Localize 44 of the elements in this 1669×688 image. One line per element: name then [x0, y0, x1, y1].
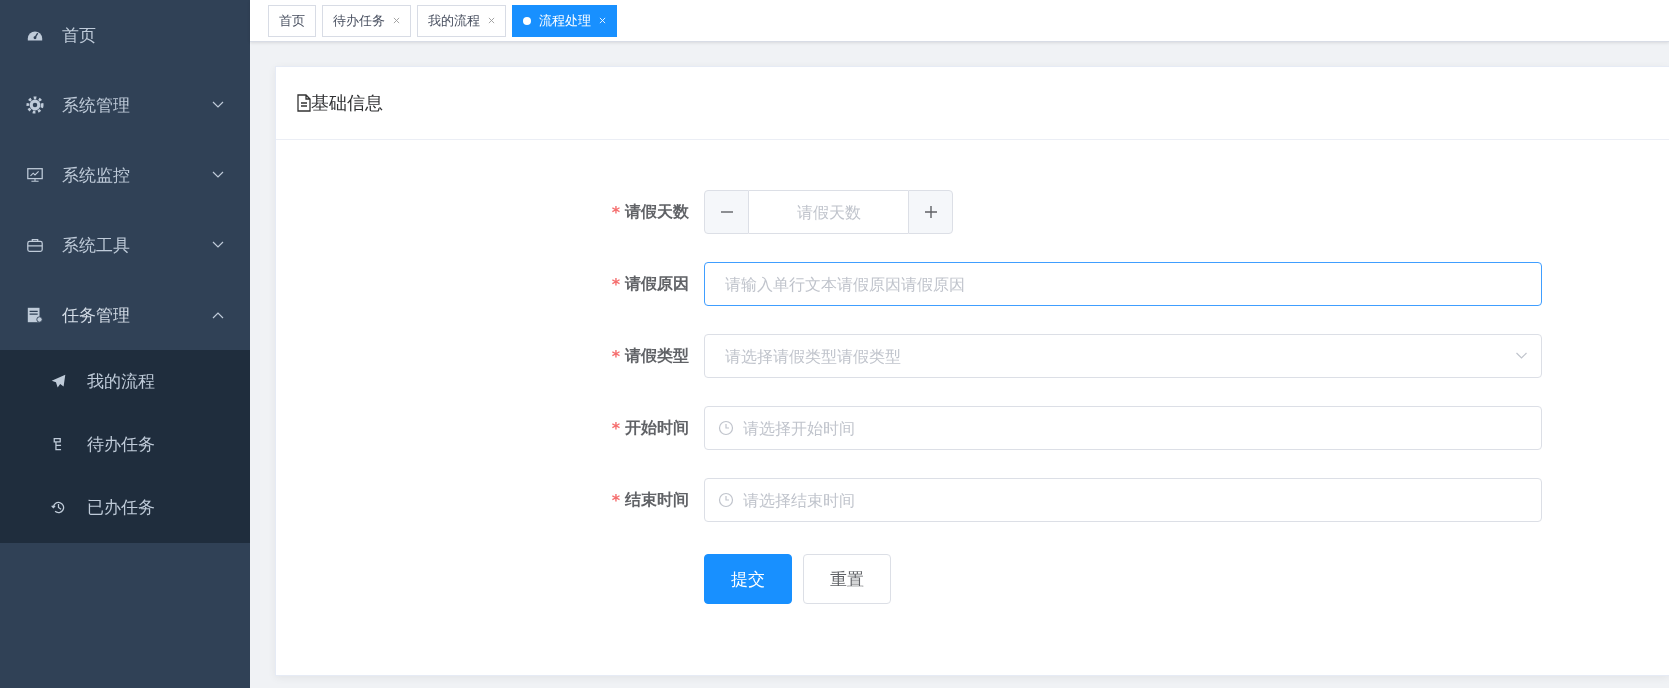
menu-item[interactable]: 任务管理 — [0, 280, 250, 350]
submenu-item[interactable]: 待办任务 — [0, 413, 250, 476]
submenu-item[interactable]: 我的流程 — [0, 350, 250, 413]
input-field[interactable]: 请输入单行文本请假原因请假原因 — [704, 262, 1542, 306]
submenu-item[interactable]: 已办任务 — [0, 476, 250, 539]
increment-button[interactable] — [908, 190, 953, 234]
gear-icon — [26, 96, 44, 114]
select-field[interactable]: 请选择请假类型请假类型 — [704, 334, 1542, 378]
menu-item[interactable]: 系统工具 — [0, 210, 250, 280]
toolbox-icon — [26, 236, 44, 254]
tab[interactable]: 待办任务 — [322, 4, 411, 37]
required-mark: * — [611, 418, 620, 438]
number-input-field[interactable]: 请假天数 — [749, 190, 908, 234]
close-icon[interactable] — [488, 17, 495, 24]
required-mark: * — [611, 202, 620, 222]
plane-icon — [50, 373, 67, 390]
close-icon[interactable] — [393, 17, 400, 24]
date-picker-field[interactable]: 请选择结束时间 — [704, 478, 1542, 522]
monitor-icon — [26, 166, 44, 184]
decrement-button[interactable] — [704, 190, 749, 234]
field-label: 开始时间 — [625, 417, 689, 439]
clock-icon — [718, 420, 734, 436]
date-picker-field[interactable]: 请选择开始时间 — [704, 406, 1542, 450]
field-label: 结束时间 — [625, 489, 689, 511]
required-mark: * — [611, 274, 620, 294]
menu-item[interactable]: 系统监控 — [0, 140, 250, 210]
required-mark: * — [611, 346, 620, 366]
plus-icon — [923, 205, 938, 219]
tab[interactable]: 首页 — [268, 4, 316, 37]
menu-item[interactable]: 系统管理 — [0, 70, 250, 140]
menu-item[interactable]: 首页 — [0, 0, 250, 70]
required-mark: * — [611, 490, 620, 510]
clock-icon — [718, 492, 734, 508]
reset-button[interactable]: 重置 — [803, 554, 891, 604]
field-label: 请假天数 — [625, 201, 689, 223]
tab[interactable]: 我的流程 — [417, 4, 506, 37]
chevron-icon — [1515, 352, 1528, 360]
history-icon — [50, 499, 67, 516]
document-icon — [297, 94, 311, 112]
field-label: 请假原因 — [625, 273, 689, 295]
dot-icon — [523, 16, 531, 25]
card-title: 基础信息 — [311, 91, 383, 115]
field-label: 请假类型 — [625, 345, 689, 367]
tasks-icon — [26, 306, 44, 324]
